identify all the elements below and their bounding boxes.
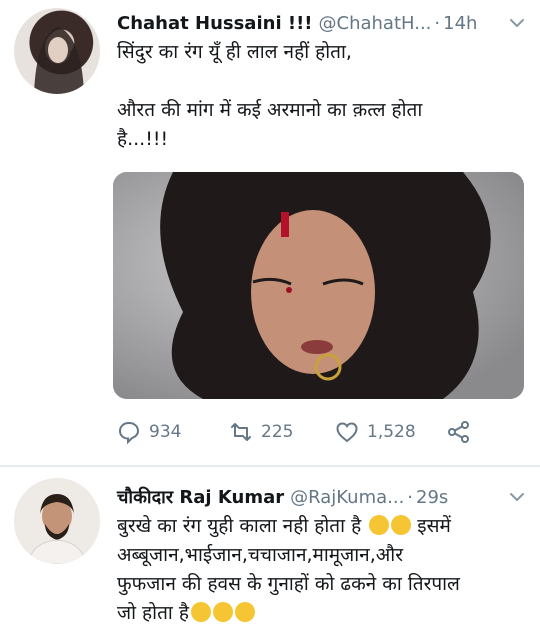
emoji-icon [190,602,211,622]
tweet-text: बुरखे का रंग युही काला नही होता है इसमें… [117,512,526,628]
tweet-text-line: औरत की मांग में कई अरमानो का क़त्ल होता [117,99,423,121]
tweet-text: सिंदुर का रंग यूँ ही लाल नहीं होता, औरत … [117,38,526,154]
emoji-icon [212,602,233,622]
share-icon [448,421,469,443]
chevron-down-icon[interactable] [508,488,526,506]
reply-count: 934 [149,422,182,442]
user-handle[interactable]: @RajKuma... [290,487,404,508]
tweet-text-line: अब्बूजान,भाईजान,चचाजान,मामूजान,और [117,544,403,566]
tweet-text-fragment: इसमें [417,515,451,537]
separator: · [407,486,414,508]
tweet-text-line: फुफजान की हवस के गुनाहों को ढकने का तिरप… [117,573,460,595]
display-name[interactable]: Chahat Hussaini !!! [117,13,313,34]
emoji-icon [369,515,390,535]
retweet-count: 225 [261,422,294,442]
tweet-text-line: बुरखे का रंग युही काला नही होता है इसमें [117,512,526,541]
retweet-icon [231,423,251,441]
like-count: 1,528 [367,422,416,442]
reply-icon [118,421,140,444]
tweet-header: Chahat Hussaini !!! @ChahatH... · 14h [117,10,526,36]
tweet-2[interactable]: चौकीदार Raj Kumar @RajKuma... · 29s बुरख… [0,468,540,631]
tweet-text-line: है...!!! [117,128,169,150]
separator: · [434,12,441,34]
tweet-header: चौकीदार Raj Kumar @RajKuma... · 29s [117,484,526,510]
share-button[interactable] [447,420,479,444]
reply-button[interactable]: 934 [117,420,229,444]
tweet-1[interactable]: Chahat Hussaini !!! @ChahatH... · 14h सि… [0,0,540,465]
timestamp[interactable]: 29s [416,487,448,508]
like-button[interactable]: 1,528 [335,420,447,444]
avatar[interactable] [14,478,100,564]
retweet-button[interactable]: 225 [229,420,335,444]
chevron-down-icon[interactable] [508,14,526,32]
timestamp[interactable]: 14h [443,13,477,34]
like-icon [336,422,358,443]
tweet-text-line: सिंदुर का रंग यूँ ही लाल नहीं होता, [117,41,352,63]
tweet-text-fragment: बुरखे का रंग युही काला नही होता है [117,515,362,537]
display-name[interactable]: चौकीदार Raj Kumar [117,485,284,509]
avatar[interactable] [14,8,100,94]
tweet-divider [0,465,540,467]
emoji-icon [391,515,412,535]
tweet-photo[interactable] [113,172,524,399]
tweet-actions: 934 225 1,528 [117,418,479,446]
tweet-text-fragment: जो होता है [117,602,189,624]
tweet-text-line: जो होता है [117,599,526,628]
emoji-icon [234,602,255,622]
user-handle[interactable]: @ChahatH... [319,13,432,34]
